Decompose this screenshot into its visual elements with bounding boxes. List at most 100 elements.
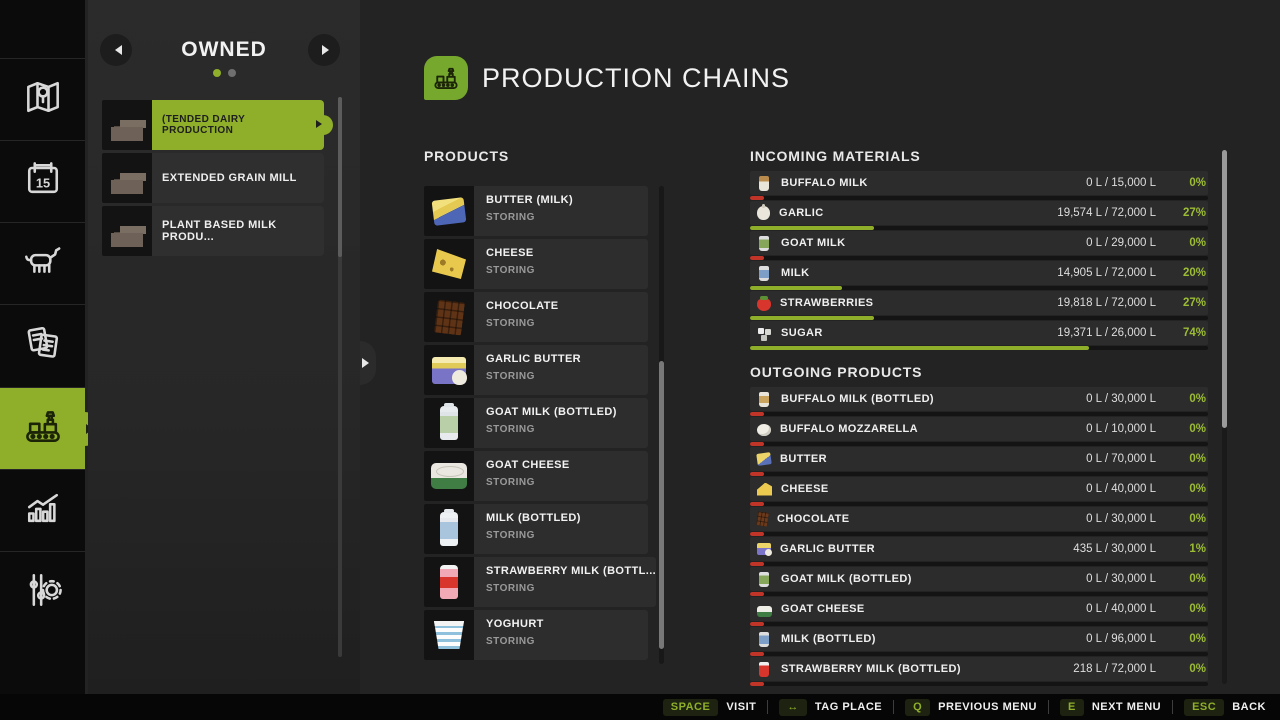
- material-amount: 19,574 L / 72,000 L: [1057, 207, 1156, 219]
- fill-bar-value: [750, 472, 764, 476]
- material-name: BUFFALO MILK: [781, 177, 1086, 189]
- buffalo-milk-bottle-icon: [759, 176, 769, 191]
- owned-item-label: PLANT BASED MILK PRODU...: [162, 219, 314, 243]
- goat-milk-bottle-icon: [440, 406, 458, 440]
- fill-bar-value: [750, 562, 764, 566]
- panel-expand-arrow[interactable]: [360, 341, 376, 385]
- material-amount: 0 L / 29,000 L: [1086, 237, 1156, 249]
- material-percent: 0%: [1170, 237, 1206, 249]
- product-percent: 0%: [1170, 453, 1206, 465]
- product-item-butter-milk[interactable]: BUTTER (MILK) STORING: [424, 186, 648, 236]
- product-item-chocolate[interactable]: CHOCOLATESTORING: [424, 292, 648, 342]
- material-percent: 74%: [1170, 327, 1206, 339]
- space-key: SPACE: [663, 699, 719, 716]
- e-key: E: [1060, 699, 1084, 716]
- product-name: STRAWBERRY MILK (BOTTL...: [486, 565, 656, 577]
- hotkey-next-menu[interactable]: E NEXT MENU: [1060, 699, 1161, 716]
- scrollbar-thumb[interactable]: [659, 361, 664, 649]
- fill-bar: [750, 532, 1208, 536]
- product-name: GOAT CHEESE: [486, 459, 648, 471]
- material-name: GOAT MILK: [781, 237, 1086, 249]
- scrollbar-thumb[interactable]: [338, 97, 342, 257]
- outgoing-row-buffalo-mozzarella: BUFFALO MOZZARELLA0 L / 10,000 L0%: [750, 417, 1208, 446]
- product-amount: 0 L / 10,000 L: [1086, 423, 1156, 435]
- material-name: STRAWBERRIES: [780, 297, 1057, 309]
- selected-item-arrow-icon: [316, 120, 326, 128]
- fill-bar: [750, 502, 1208, 506]
- fill-bar-value: [750, 256, 764, 260]
- q-key: Q: [905, 699, 930, 716]
- yoghurt-cup-icon: [434, 621, 464, 649]
- owned-item-plant-milk[interactable]: PLANT BASED MILK PRODU...: [102, 206, 324, 256]
- owned-item-label: (TENDED DAIRY PRODUCTION: [162, 114, 314, 136]
- garlic-butter-icon: [757, 543, 771, 555]
- hotkey-label: TAG PLACE: [815, 701, 882, 713]
- cheese-icon: [757, 483, 772, 496]
- details-scrollbar[interactable]: [1222, 150, 1227, 684]
- sidebar-item-production-chains[interactable]: [0, 387, 85, 469]
- product-percent: 0%: [1170, 483, 1206, 495]
- product-name: BUFFALO MOZZARELLA: [780, 423, 1086, 435]
- page-title-icon: [424, 56, 468, 100]
- owned-item-dairy-production[interactable]: (TENDED DAIRY PRODUCTION: [102, 100, 324, 150]
- divider: [1048, 700, 1049, 714]
- fill-bar: [750, 316, 1208, 320]
- material-name: GARLIC: [779, 207, 1057, 219]
- hotkey-visit[interactable]: SPACEVISIT: [663, 699, 757, 716]
- product-status: STORING: [486, 371, 648, 382]
- product-icon-tile: [424, 239, 474, 289]
- fill-bar-value: [750, 532, 764, 536]
- product-percent: 0%: [1170, 603, 1206, 615]
- sidebar-item-map[interactable]: [0, 58, 85, 140]
- hotkey-bar: SPACEVISIT ↔TAG PLACE QPREVIOUS MENU E NE…: [0, 694, 1280, 720]
- chocolate-icon: [756, 511, 769, 527]
- owned-list-scrollbar[interactable]: [338, 97, 342, 657]
- sidebar-item-animals[interactable]: [0, 222, 85, 304]
- outgoing-row-butter: BUTTER0 L / 70,000 L0%: [750, 447, 1208, 476]
- sidebar-item-statistics[interactable]: [0, 469, 85, 551]
- sidebar-item-prices[interactable]: [0, 304, 85, 386]
- outgoing-section-label: OUTGOING PRODUCTS: [750, 364, 922, 380]
- scrollbar-thumb[interactable]: [1222, 150, 1227, 428]
- product-item-cheese[interactable]: CHEESESTORING: [424, 239, 648, 289]
- fill-bar-value: [750, 286, 842, 290]
- sidebar-item-calendar[interactable]: 15: [0, 140, 85, 222]
- butter-icon: [756, 452, 772, 466]
- goat-milk-bottle-icon: [759, 236, 769, 251]
- product-percent: 0%: [1170, 513, 1206, 525]
- incoming-row-garlic: GARLIC19,574 L / 72,000 L27%: [750, 201, 1208, 230]
- hotkey-back[interactable]: ESCBACK: [1184, 699, 1266, 716]
- product-item-garlic-butter[interactable]: GARLIC BUTTERSTORING: [424, 345, 648, 395]
- hotkey-label: NEXT MENU: [1092, 701, 1161, 713]
- product-amount: 0 L / 40,000 L: [1086, 603, 1156, 615]
- product-status: STORING: [486, 212, 648, 223]
- hotkey-tag-place[interactable]: ↔TAG PLACE: [779, 699, 882, 716]
- calendar-icon: 15: [21, 157, 65, 206]
- outgoing-row-goat-cheese: GOAT CHEESE0 L / 40,000 L 0%: [750, 597, 1208, 626]
- products-scrollbar[interactable]: [659, 186, 664, 664]
- fill-bar: [750, 652, 1208, 656]
- product-item-yoghurt[interactable]: YOGHURTSTORING: [424, 610, 648, 660]
- divider: [1172, 700, 1173, 714]
- product-name: GOAT CHEESE: [781, 603, 1086, 615]
- milk-bottle-icon: [759, 266, 769, 281]
- owned-item-grain-mill[interactable]: EXTENDED GRAIN MILL: [102, 153, 324, 203]
- product-status: STORING: [486, 318, 648, 329]
- sugar-cubes-icon: [757, 326, 772, 341]
- product-item-goat-cheese[interactable]: GOAT CHEESESTORING: [424, 451, 648, 501]
- material-amount: 19,818 L / 72,000 L: [1057, 297, 1156, 309]
- product-percent: 1%: [1170, 543, 1206, 555]
- material-percent: 20%: [1170, 267, 1206, 279]
- sidebar-item-settings[interactable]: [0, 551, 85, 633]
- product-name: BUFFALO MILK (BOTTLED): [781, 393, 1086, 405]
- product-item-milk-bottled[interactable]: MILK (BOTTLED)STORING: [424, 504, 648, 554]
- product-status: STORING: [486, 583, 656, 594]
- product-status: STORING: [486, 530, 648, 541]
- hotkey-previous-menu[interactable]: QPREVIOUS MENU: [905, 699, 1037, 716]
- product-name: BUTTER (MILK): [486, 194, 648, 206]
- milk-bottle-icon: [440, 512, 458, 546]
- product-item-goat-milk-bottled[interactable]: GOAT MILK (BOTTLED)STORING: [424, 398, 648, 448]
- products-section-label: PRODUCTS: [424, 148, 509, 164]
- page-title: PRODUCTION CHAINS: [482, 63, 790, 94]
- product-item-strawberry-milk[interactable]: STRAWBERRY MILK (BOTTL...STORING: [424, 557, 648, 607]
